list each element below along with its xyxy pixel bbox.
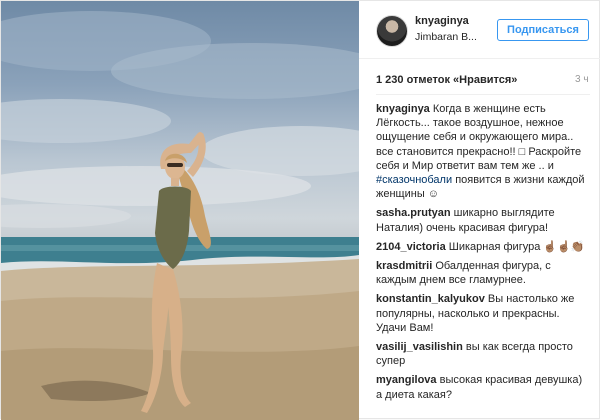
comment-author[interactable]: 2104_victoria bbox=[376, 241, 446, 253]
comment-author[interactable]: myangilova bbox=[376, 374, 437, 386]
comment-item: myangilova высокая красивая девушка) а д… bbox=[376, 373, 590, 401]
comment-author[interactable]: konstantin_kalyukov bbox=[376, 293, 485, 305]
comment-author[interactable]: sasha.prutyan bbox=[376, 207, 451, 219]
comment-item: sasha.prutyan шикарно выглядите Наталия)… bbox=[376, 206, 590, 234]
comment-item: krasdmitrii Обалденная фигура, с каждым … bbox=[376, 259, 590, 287]
comment-item: 2104_victoria Шикарная фигура ☝🏽☝🏽👏🏽 bbox=[376, 240, 590, 254]
comment-author[interactable]: knyaginya bbox=[376, 103, 430, 115]
comment-text: Шикарная фигура ☝🏽☝🏽👏🏽 bbox=[448, 240, 585, 253]
hashtag-link[interactable]: #сказочнобали bbox=[376, 174, 452, 186]
beach-photo-illustration bbox=[1, 11, 359, 420]
post-header: knyaginya Jimbaran B... Подписаться bbox=[359, 1, 600, 59]
avatar[interactable] bbox=[376, 15, 408, 47]
post-sidebar: knyaginya Jimbaran B... Подписаться 1 23… bbox=[359, 1, 600, 420]
comment-item: konstantin_kalyukov Вы настолько же попу… bbox=[376, 292, 590, 335]
post-time[interactable]: 3 ч bbox=[575, 74, 589, 85]
comment-author[interactable]: vasilij_vasilishin bbox=[376, 341, 463, 353]
instagram-post: knyaginya Jimbaran B... Подписаться 1 23… bbox=[0, 0, 600, 420]
post-photo[interactable] bbox=[1, 1, 359, 420]
location-link[interactable]: Jimbaran B... bbox=[415, 31, 477, 43]
divider bbox=[376, 94, 590, 95]
comment-author[interactable]: krasdmitrii bbox=[376, 260, 432, 272]
comment-list: knyaginya Когда в женщине есть Лёгкость.… bbox=[376, 102, 590, 407]
likes-count[interactable]: 1 230 отметок «Нравится» bbox=[376, 74, 517, 86]
follow-button[interactable]: Подписаться bbox=[497, 19, 589, 41]
comment-caption: knyaginya Когда в женщине есть Лёгкость.… bbox=[376, 102, 590, 201]
comment-item: vasilij_vasilishin вы как всегда просто … bbox=[376, 340, 590, 368]
author-username[interactable]: knyaginya bbox=[415, 15, 469, 27]
